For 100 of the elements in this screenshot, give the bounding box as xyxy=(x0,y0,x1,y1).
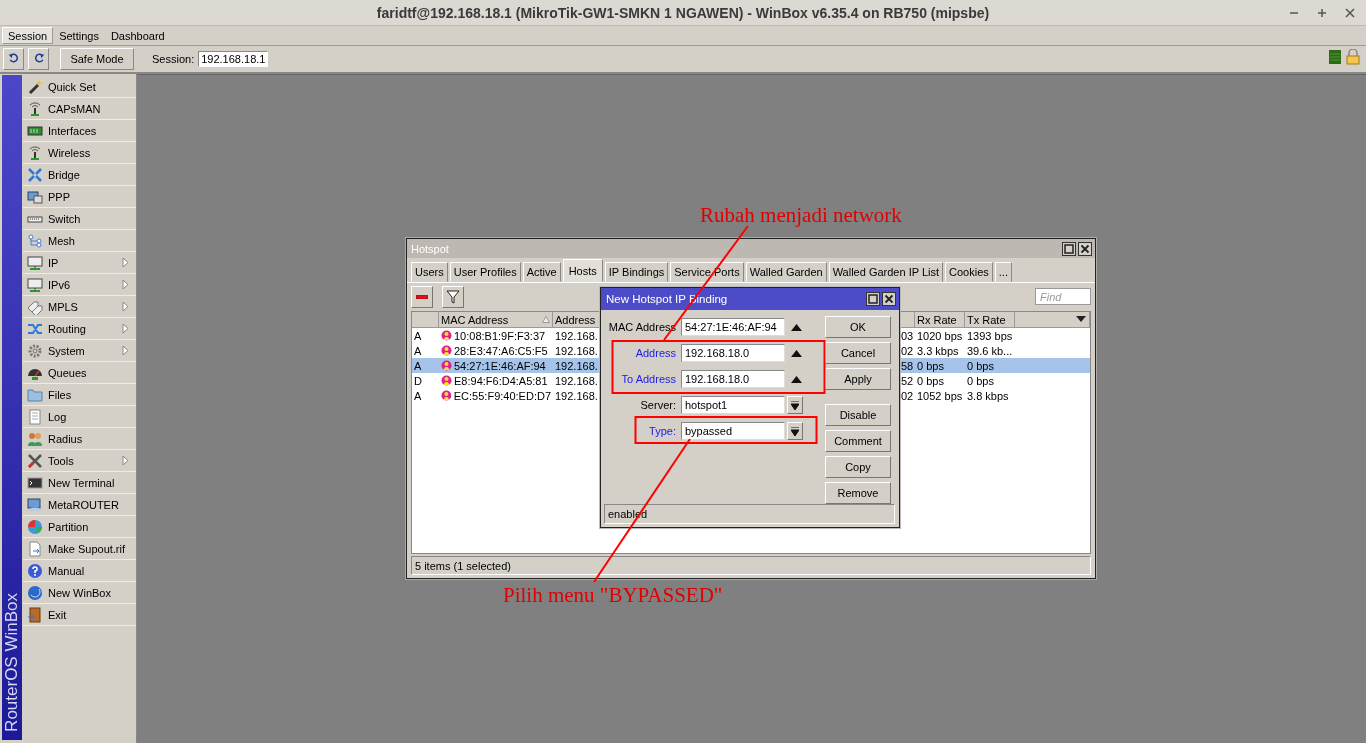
sidebar-item[interactable]: Radius xyxy=(23,428,136,450)
column-header[interactable]: MAC Address xyxy=(439,312,553,328)
sidebar-item[interactable]: Files xyxy=(23,384,136,406)
table-cell: 03 xyxy=(900,329,915,342)
sidebar-item[interactable]: New WinBox xyxy=(23,582,136,604)
sidebar-item[interactable]: Log xyxy=(23,406,136,428)
input-field[interactable]: 54:27:1E:46:AF:94 xyxy=(681,318,785,336)
tab[interactable]: ... xyxy=(994,262,1012,282)
sidebar-item[interactable]: MetaROUTER xyxy=(23,494,136,516)
sidebar-item-label: Wireless xyxy=(48,146,91,159)
dialog-button[interactable]: OK xyxy=(825,316,891,338)
sidebar-item[interactable]: Routing xyxy=(23,318,136,340)
undo-button[interactable] xyxy=(3,48,24,70)
sidebar-item[interactable]: CAPsMAN xyxy=(23,98,136,120)
sidebar-item[interactable]: PPP xyxy=(23,186,136,208)
table-cell-text: A xyxy=(413,344,423,357)
table-cell-text: 192.168. xyxy=(554,329,599,342)
tab[interactable]: Users xyxy=(411,262,448,282)
maximize-icon[interactable] xyxy=(866,292,880,306)
dropdown-icon[interactable] xyxy=(1076,316,1086,322)
table-cell-text: 3.8 kbps xyxy=(966,389,1010,402)
dialog-button[interactable]: Apply xyxy=(825,368,891,390)
table-cell-text: 192.168. xyxy=(554,374,599,387)
column-header[interactable]: Tx Rate xyxy=(965,312,1015,328)
sidebar-item[interactable]: IP xyxy=(23,252,136,274)
column-header[interactable] xyxy=(1015,312,1090,328)
tab[interactable]: Walled Garden IP List xyxy=(828,262,944,282)
tools-icon xyxy=(27,452,43,469)
up-arrow-icon[interactable] xyxy=(791,349,802,357)
sidebar-item-label: Radius xyxy=(48,432,83,445)
sidebar-item[interactable]: Tools xyxy=(23,450,136,472)
tab[interactable]: User Profiles xyxy=(449,262,521,282)
up-arrow-icon[interactable] xyxy=(791,375,802,383)
remove-button[interactable] xyxy=(411,286,433,308)
sidebar-item[interactable]: Manual xyxy=(23,560,136,582)
terminal-icon xyxy=(27,474,43,491)
sidebar-item[interactable]: MPLS xyxy=(23,296,136,318)
dialog-button[interactable]: Remove xyxy=(825,482,891,504)
sidebar-item-label: Routing xyxy=(48,322,86,335)
tab[interactable]: Hosts xyxy=(562,259,603,282)
tab[interactable]: Cookies xyxy=(945,262,993,282)
sidebar-item[interactable]: Interfaces xyxy=(23,120,136,142)
sidebar-item[interactable]: Bridge xyxy=(23,164,136,186)
sidebar-item[interactable]: Switch xyxy=(23,208,136,230)
dialog-button[interactable]: Disable xyxy=(825,404,891,426)
nodes-icon xyxy=(27,232,43,249)
column-header[interactable]: Rx Rate xyxy=(915,312,965,328)
sidebar-item[interactable]: Queues xyxy=(23,362,136,384)
tab[interactable]: Active xyxy=(522,262,561,282)
filter-button[interactable] xyxy=(442,286,464,308)
close-icon[interactable] xyxy=(1078,241,1092,256)
table-cell: 10:08:B1:9F:F3:37 xyxy=(454,329,546,342)
tab[interactable]: Service Ports xyxy=(670,262,744,282)
input-field[interactable]: 192.168.18.0 xyxy=(681,344,785,362)
input-field[interactable]: 192.168.18.0 xyxy=(681,370,785,388)
menu-item[interactable]: Settings xyxy=(53,27,105,44)
input-field[interactable]: hotspot1 xyxy=(681,396,785,414)
computer-icon xyxy=(27,496,43,513)
host-icon xyxy=(441,330,452,341)
sidebar-item[interactable]: Make Supout.rif xyxy=(23,538,136,560)
table-cell-text: A xyxy=(413,389,423,402)
monitor-icon xyxy=(27,254,43,271)
maximize-icon[interactable] xyxy=(1062,241,1076,256)
input-field[interactable]: bypassed xyxy=(681,422,785,440)
sidebar-item[interactable]: Exit xyxy=(23,604,136,626)
sidebar-item[interactable]: System xyxy=(23,340,136,362)
table-cell: 54:27:1E:46:AF:94 xyxy=(454,359,546,372)
sidebar-item[interactable]: Mesh xyxy=(23,230,136,252)
dropdown-button[interactable] xyxy=(787,422,803,440)
sidebar-item-label: CAPsMAN xyxy=(48,102,101,115)
sidebar-item[interactable]: Partition xyxy=(23,516,136,538)
folder-icon xyxy=(27,386,43,403)
sidebar-item-label: Switch xyxy=(48,212,81,225)
sidebar-item-label: Interfaces xyxy=(48,124,97,137)
redo-button[interactable] xyxy=(28,48,49,70)
document-icon xyxy=(27,540,43,557)
redo-icon xyxy=(32,53,45,65)
sidebar-item-label: MPLS xyxy=(48,300,78,313)
close-icon[interactable] xyxy=(882,292,896,306)
remove-icon xyxy=(416,295,428,299)
up-arrow-icon[interactable] xyxy=(791,323,802,331)
safe-mode-button[interactable]: Safe Mode xyxy=(60,48,134,70)
tab[interactable]: Walled Garden xyxy=(745,262,827,282)
menu-item[interactable]: Session xyxy=(2,27,54,44)
tab[interactable]: IP Bindings xyxy=(604,262,669,282)
dialog-button[interactable]: Copy xyxy=(825,456,891,478)
find-field[interactable]: Find xyxy=(1035,288,1091,305)
sidebar-item-label: Exit xyxy=(48,608,67,621)
dialog-button[interactable]: Comment xyxy=(825,430,891,452)
monitor-icon xyxy=(27,276,43,293)
dropdown-button[interactable] xyxy=(787,396,803,414)
menu-item[interactable]: Dashboard xyxy=(104,27,171,44)
dialog-button[interactable]: Cancel xyxy=(825,342,891,364)
sidebar-item[interactable]: IPv6 xyxy=(23,274,136,296)
antenna-icon xyxy=(27,144,43,161)
session-field[interactable]: 192.168.18.1 xyxy=(198,51,269,67)
filter-icon xyxy=(446,290,460,304)
sidebar-item[interactable]: New Terminal xyxy=(23,472,136,494)
sidebar-item[interactable]: Wireless xyxy=(23,142,136,164)
sidebar-item[interactable]: Quick Set xyxy=(23,76,136,98)
